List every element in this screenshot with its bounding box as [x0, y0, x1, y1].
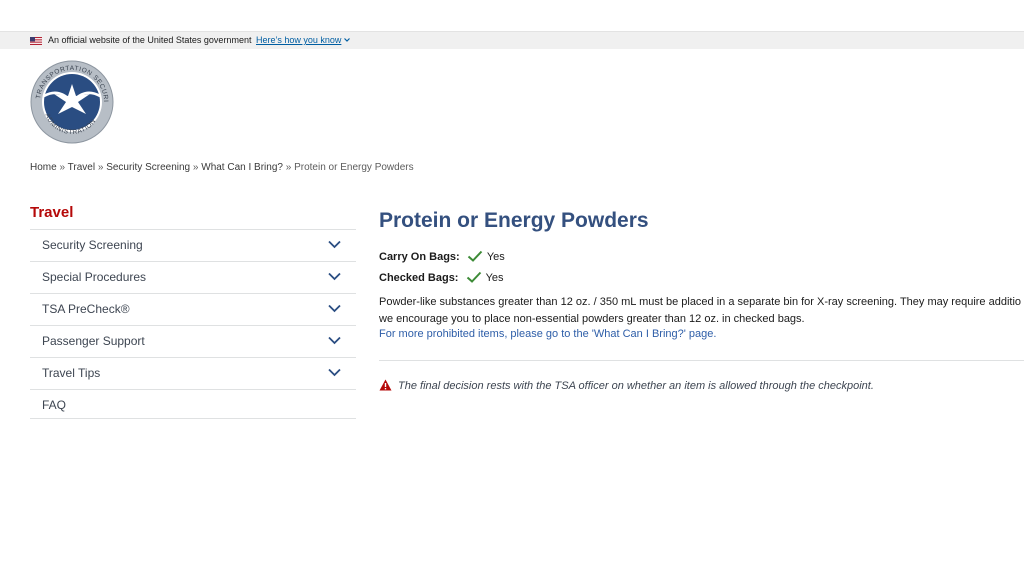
sidebar-nav: Security Screening Special Procedures TS…	[30, 229, 356, 419]
breadcrumb-separator: »	[285, 162, 292, 173]
us-flag-icon	[30, 37, 42, 45]
chevron-down-icon[interactable]	[328, 272, 341, 281]
sidebar-item-label: FAQ	[42, 398, 67, 412]
breadcrumb-separator: »	[97, 162, 104, 173]
browser-top-strip	[0, 0, 1024, 31]
gov-banner-text: An official website of the United States…	[48, 35, 252, 45]
description-line: we encourage you to place non-essential …	[379, 313, 805, 325]
checked-bags-value: Yes	[485, 272, 504, 284]
sidebar-item-tsa-precheck[interactable]: TSA PreCheck®	[30, 293, 356, 325]
sidebar-item-label: Security Screening	[42, 238, 143, 252]
sidebar-title[interactable]: Travel	[30, 204, 73, 221]
warning-icon	[379, 379, 392, 391]
sidebar-item-security-screening[interactable]: Security Screening	[30, 229, 356, 261]
breadcrumb-travel[interactable]: Travel	[68, 162, 95, 173]
warning-text: The final decision rests with the TSA of…	[398, 380, 874, 392]
checkmark-icon	[467, 250, 482, 262]
checked-bags-row: Checked Bags: Yes	[379, 271, 504, 284]
checked-bags-label: Checked Bags:	[379, 272, 459, 284]
divider	[379, 360, 1024, 361]
sidebar-item-label: Special Procedures	[42, 270, 147, 284]
gov-banner: An official website of the United States…	[0, 31, 1024, 49]
breadcrumb-home[interactable]: Home	[30, 162, 57, 173]
chevron-down-icon[interactable]	[328, 240, 341, 249]
page-title: Protein or Energy Powders	[379, 209, 649, 232]
tsa-logo[interactable]: TRANSPORTATION SECURITY ADMINISTRATION	[30, 60, 114, 144]
breadcrumb-current: Protein or Energy Powders	[294, 162, 414, 173]
chevron-down-icon[interactable]	[328, 304, 341, 313]
chevron-down-icon[interactable]	[328, 336, 341, 345]
sidebar-item-travel-tips[interactable]: Travel Tips	[30, 357, 356, 389]
breadcrumb-security-screening[interactable]: Security Screening	[106, 162, 190, 173]
sidebar-item-passenger-support[interactable]: Passenger Support	[30, 325, 356, 357]
sidebar-item-label: Travel Tips	[42, 366, 101, 380]
checkmark-icon	[466, 271, 481, 283]
chevron-down-icon[interactable]	[343, 36, 351, 44]
sidebar-item-label: TSA PreCheck®	[42, 302, 130, 316]
description-line: Powder-like substances greater than 12 o…	[379, 296, 1022, 308]
sidebar-item-special-procedures[interactable]: Special Procedures	[30, 261, 356, 293]
sidebar-item-faq[interactable]: FAQ	[30, 389, 356, 419]
breadcrumb-separator: »	[59, 162, 66, 173]
what-can-i-bring-link[interactable]: For more prohibited items, please go to …	[379, 328, 716, 340]
breadcrumb-what-can-i-bring[interactable]: What Can I Bring?	[201, 162, 283, 173]
carry-on-value: Yes	[486, 251, 505, 263]
item-description: Powder-like substances greater than 12 o…	[379, 293, 1024, 328]
sidebar-item-label: Passenger Support	[42, 334, 145, 348]
carry-on-label: Carry On Bags:	[379, 251, 460, 263]
carry-on-row: Carry On Bags: Yes	[379, 250, 505, 263]
chevron-down-icon[interactable]	[328, 368, 341, 377]
heres-how-you-know-link[interactable]: Here’s how you know	[256, 35, 341, 45]
breadcrumb-separator: »	[192, 162, 199, 173]
breadcrumb: Home » Travel » Security Screening » Wha…	[30, 162, 414, 173]
